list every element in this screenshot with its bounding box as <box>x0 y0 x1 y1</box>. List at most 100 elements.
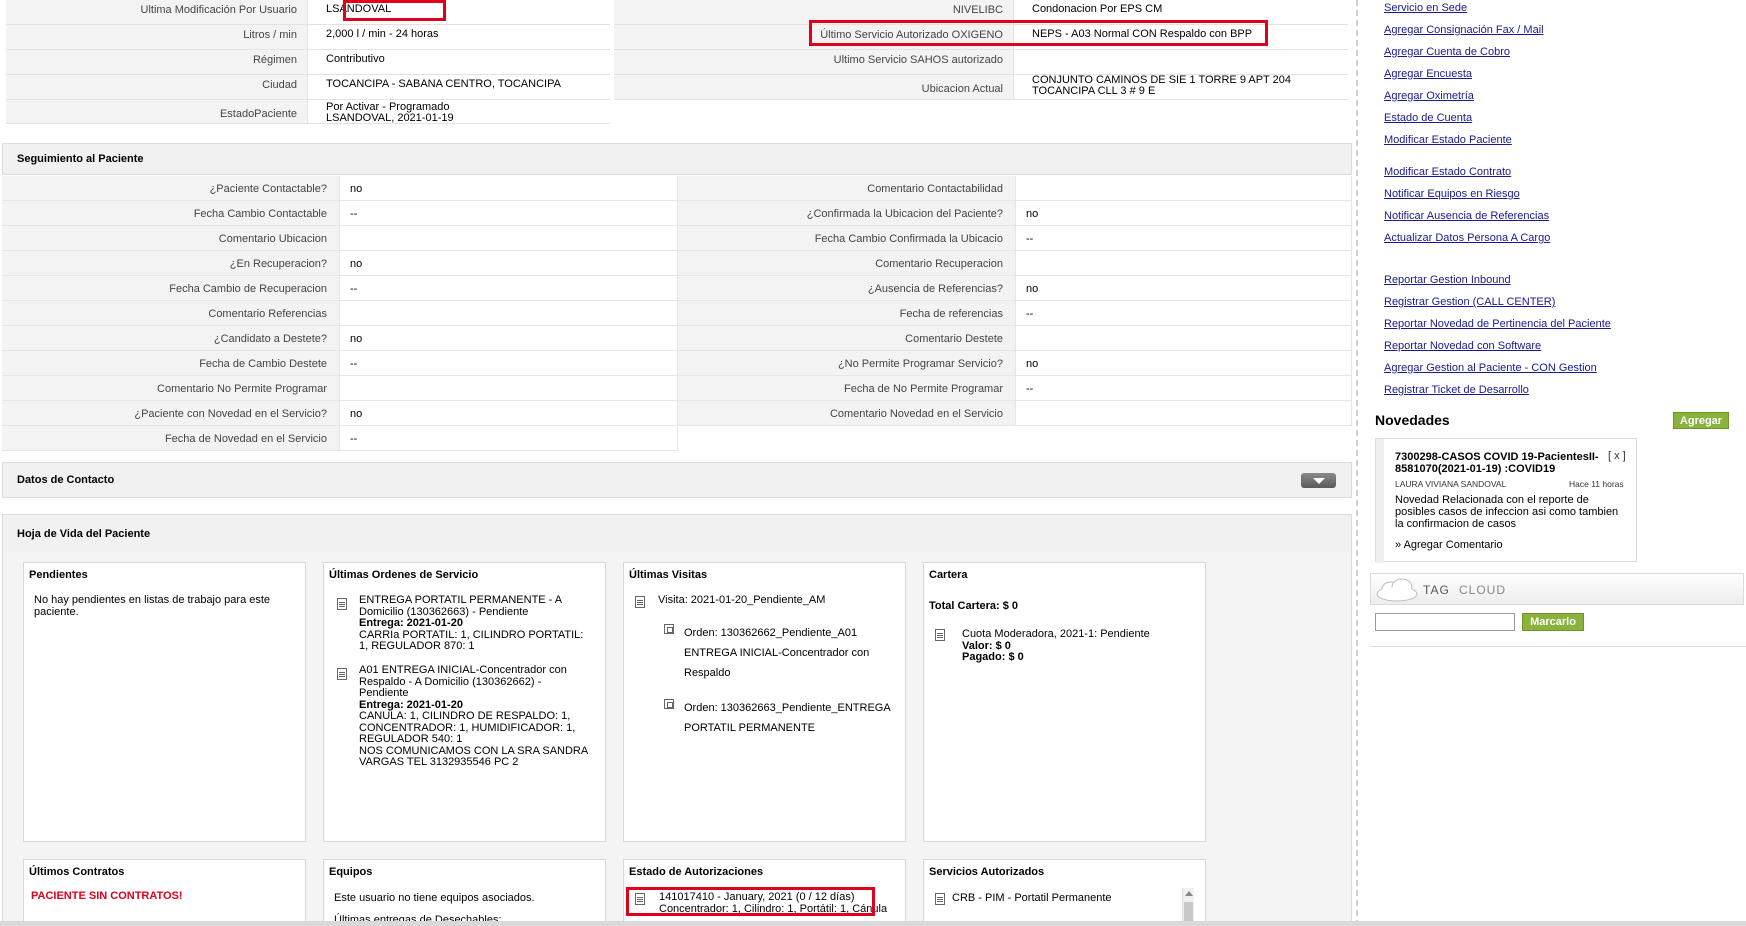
cartera-box: Cartera Total Cartera: $ 0 Cuota Moderad… <box>923 562 1206 842</box>
seguimiento-value <box>340 376 678 401</box>
seguimiento-label: ¿Ausencia de Referencias? <box>678 276 1016 301</box>
contacto-title: Datos de Contacto <box>17 474 115 486</box>
orden-line: REGULADOR 540: 1 <box>359 733 463 745</box>
novedad-card-title[interactable]: 7300298-CASOS COVID 19-PacientesII- 8581… <box>1395 451 1605 475</box>
expand-toggle-button[interactable] <box>1301 473 1336 488</box>
seguimiento-row: Comentario Destete <box>678 326 1352 351</box>
visita-orden[interactable]: Orden: 130362663_Pendiente_ENTREGA PORTA… <box>684 698 891 738</box>
info-value: Por Activar - Programado LSANDOVAL, 2021… <box>308 100 610 124</box>
seguimiento-value: no <box>340 401 678 426</box>
info-value <box>1014 50 1348 75</box>
seguimiento-value: -- <box>1016 301 1352 326</box>
novedad-body-line: Novedad Relacionada con el reporte de <box>1395 494 1589 506</box>
sidebar-link[interactable]: Agregar Cuenta de Cobro <box>1384 46 1510 58</box>
sidebar-link[interactable]: Reportar Gestion Inbound <box>1384 274 1511 286</box>
sidebar: Servicio en Sede Agregar Consignación Fax… <box>1370 0 1746 926</box>
info-value: 2,000 l / min - 24 horas <box>308 25 610 50</box>
bottom-scrollbar[interactable] <box>0 921 1746 926</box>
agregar-comentario-link[interactable]: » Agregar Comentario <box>1395 539 1503 551</box>
orden-line: 1, REGULADOR 870: 1 <box>359 640 475 652</box>
seguimiento-label: Fecha Cambio Confirmada la Ubicacio <box>678 226 1016 251</box>
seguimiento-label: Comentario Recuperacion <box>678 251 1016 276</box>
agregar-novedad-button[interactable]: Agregar <box>1673 412 1729 429</box>
sidebar-link[interactable]: Notificar Equipos en Riesgo <box>1384 188 1520 200</box>
document-icon <box>337 598 347 610</box>
sidebar-link[interactable]: Reportar Novedad con Software <box>1384 340 1541 352</box>
tagcloud-input[interactable] <box>1375 613 1515 631</box>
orden-item[interactable]: ENTREGA PORTATIL PERMANENTE - A Domicili… <box>359 594 599 653</box>
contacto-header[interactable]: Datos de Contacto <box>2 462 1352 498</box>
scroll-thumb[interactable] <box>1184 902 1193 922</box>
sidebar-link[interactable]: Notificar Ausencia de Referencias <box>1384 210 1549 222</box>
seguimiento-value <box>340 226 678 251</box>
info-row-estado: EstadoPaciente Por Activar - Programado … <box>6 100 610 124</box>
sidebar-link[interactable]: Agregar Consignación Fax / Mail <box>1384 24 1544 36</box>
contratos-box: Últimos Contratos PACIENTE SIN CONTRATOS… <box>23 859 306 926</box>
info-value: Contributivo <box>308 50 610 75</box>
seguimiento-row: Fecha Cambio de Recuperacion -- <box>2 276 678 301</box>
cloud-icon <box>1376 578 1418 602</box>
seguimiento-label: Fecha Cambio Contactable <box>2 201 340 226</box>
seguimiento-value: no <box>1016 276 1352 301</box>
sidebar-link[interactable]: Estado de Cuenta <box>1384 112 1472 124</box>
marcarlo-button[interactable]: Marcarlo <box>1522 613 1584 631</box>
seguimiento-label: ¿Confirmada la Ubicacion del Paciente? <box>678 201 1016 226</box>
hoja-vida-header: Hoja de Vida del Paciente <box>2 514 1352 552</box>
autorizaciones-title: Estado de Autorizaciones <box>629 866 764 878</box>
seguimiento-label: Comentario Destete <box>678 326 1016 351</box>
info-label: Ciudad <box>6 75 308 100</box>
close-icon[interactable]: [ x ] <box>1608 450 1626 462</box>
novedad-title-line: 8581070(2021-01-19) :COVID19 <box>1395 463 1556 475</box>
novedad-time: Hace 11 horas <box>1569 479 1624 489</box>
info-label: EstadoPaciente <box>6 100 308 124</box>
sidebar-link[interactable]: Agregar Encuesta <box>1384 68 1472 80</box>
info-row-ubicacion: Ubicacion Actual CONJUNTO CAMINOS DE SIE… <box>614 75 1348 100</box>
highlight-box-usuario <box>343 0 446 21</box>
equipos-text: Este usuario no tiene equipos asociados. <box>334 892 535 904</box>
sidebar-link[interactable]: Modificar Estado Paciente <box>1384 134 1512 146</box>
visita-orden-line: Orden: 130362662_Pendiente_A01 <box>684 627 858 639</box>
visita-orden-line: PORTATIL PERMANENTE <box>684 722 816 734</box>
seguimiento-label: Comentario Novedad en el Servicio <box>678 401 1016 426</box>
visita-orden[interactable]: Orden: 130362662_Pendiente_A01 ENTREGA I… <box>684 623 869 683</box>
sidebar-link[interactable]: Servicio en Sede <box>1384 2 1467 14</box>
document-icon <box>635 596 645 608</box>
seguimiento-row: ¿Candidato a Destete? no <box>2 326 678 351</box>
sidebar-link[interactable]: Registrar Ticket de Desarrollo <box>1384 384 1529 396</box>
sidebar-link[interactable]: Agregar Oximetría <box>1384 90 1474 102</box>
sidebar-link[interactable]: Registrar Gestion (CALL CENTER) <box>1384 296 1555 308</box>
seguimiento-row: Comentario No Permite Programar <box>2 376 678 401</box>
seguimiento-value: no <box>340 326 678 351</box>
document-icon <box>935 893 945 905</box>
orden-line: Pendiente <box>359 687 409 699</box>
sidebar-link[interactable]: Actualizar Datos Persona A Cargo <box>1384 232 1550 244</box>
cartera-line: Cuota Moderadora, 2021-1: Pendiente <box>962 628 1150 640</box>
info-label: Litros / min <box>6 25 308 50</box>
visita-orden-line: ENTREGA INICIAL-Concentrador con <box>684 647 870 659</box>
seguimiento-row: Fecha de Cambio Destete -- <box>2 351 678 376</box>
main-content: Ultima Modificación Por Usuario LSANDOVA… <box>0 0 1356 926</box>
info-label: Régimen <box>6 50 308 75</box>
cartera-item: Cuota Moderadora, 2021-1: Pendiente Valo… <box>962 628 1150 664</box>
ordenes-title: Últimas Ordenes de Servicio <box>329 569 479 581</box>
seguimiento-value: -- <box>340 426 678 451</box>
visita-item[interactable]: Visita: 2021-01-20_Pendiente_AM <box>658 594 825 607</box>
seguimiento-label: ¿No Permite Programar Servicio? <box>678 351 1016 376</box>
servicio-item[interactable]: CRB - PIM - Portatil Permanente <box>952 892 1112 905</box>
sidebar-link[interactable]: Agregar Gestion al Paciente - CON Gestio… <box>1384 362 1597 374</box>
seguimiento-label: Fecha de Cambio Destete <box>2 351 340 376</box>
info-row-litros: Litros / min 2,000 l / min - 24 horas <box>6 25 610 50</box>
orden-item[interactable]: A01 ENTREGA INICIAL-Concentrador con Res… <box>359 664 599 769</box>
seguimiento-row: Fecha Cambio Contactable -- <box>2 201 678 226</box>
servicios-title: Servicios Autorizados <box>929 866 1045 878</box>
sidebar-divider <box>1356 0 1358 926</box>
seguimiento-value: -- <box>1016 226 1352 251</box>
seguimiento-value <box>1016 326 1352 351</box>
seguimiento-row: Fecha de No Permite Programar -- <box>678 376 1352 401</box>
seguimiento-label: Fecha de No Permite Programar <box>678 376 1016 401</box>
sidebar-link[interactable]: Modificar Estado Contrato <box>1384 166 1511 178</box>
sidebar-link[interactable]: Reportar Novedad de Pertinencia del Paci… <box>1384 318 1611 330</box>
seguimiento-value: no <box>340 176 678 201</box>
contratos-title: Últimos Contratos <box>29 866 125 878</box>
novedad-author: LAURA VIVIANA SANDOVAL <box>1395 479 1507 489</box>
